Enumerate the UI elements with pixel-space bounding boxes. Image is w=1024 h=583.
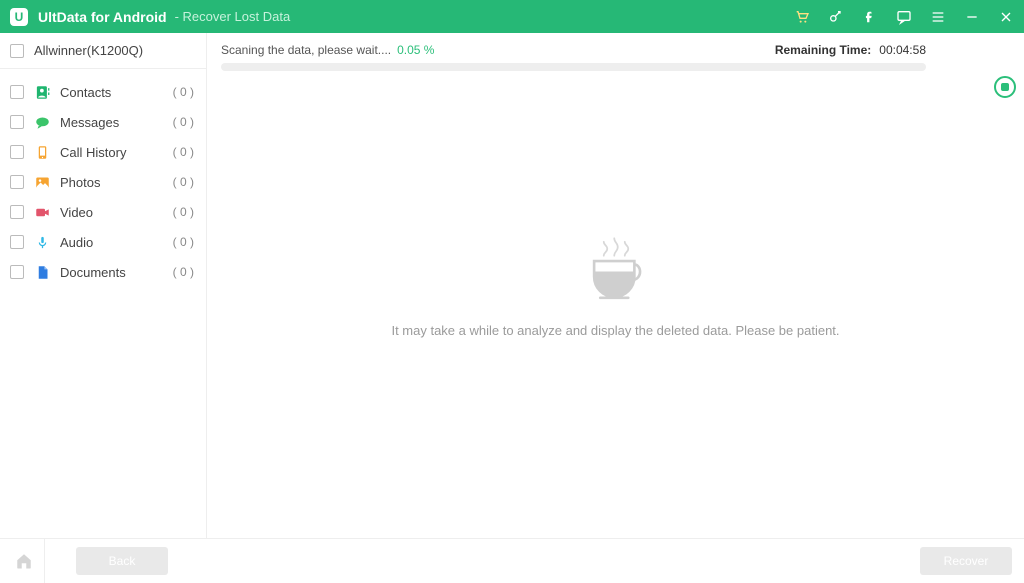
category-checkbox[interactable] — [10, 115, 24, 129]
app-subtitle: - Recover Lost Data — [175, 9, 291, 24]
category-count: ( 0 ) — [173, 205, 196, 219]
category-count: ( 0 ) — [173, 85, 196, 99]
main-panel: Scaning the data, please wait.... 0.05 %… — [207, 33, 1024, 538]
footer-divider — [44, 539, 45, 583]
category-photos[interactable]: Photos ( 0 ) — [0, 167, 206, 197]
category-label: Call History — [60, 145, 173, 160]
facebook-icon[interactable] — [862, 9, 878, 25]
category-checkbox[interactable] — [10, 175, 24, 189]
device-checkbox[interactable] — [10, 44, 24, 58]
minimize-icon[interactable] — [964, 9, 980, 25]
photos-icon — [34, 174, 50, 190]
body: Allwinner(K1200Q) Contacts ( 0 ) Message… — [0, 33, 1024, 538]
category-call-history[interactable]: Call History ( 0 ) — [0, 137, 206, 167]
video-icon — [34, 204, 50, 220]
category-count: ( 0 ) — [173, 175, 196, 189]
category-checkbox[interactable] — [10, 265, 24, 279]
recover-button[interactable]: Recover — [920, 547, 1012, 575]
home-button[interactable] — [12, 549, 36, 573]
category-count: ( 0 ) — [173, 235, 196, 249]
device-name: Allwinner(K1200Q) — [34, 43, 143, 58]
contacts-icon — [34, 84, 50, 100]
category-checkbox[interactable] — [10, 205, 24, 219]
category-checkbox[interactable] — [10, 145, 24, 159]
category-audio[interactable]: Audio ( 0 ) — [0, 227, 206, 257]
category-label: Audio — [60, 235, 173, 250]
cart-icon[interactable] — [794, 9, 810, 25]
close-icon[interactable] — [998, 9, 1014, 25]
category-count: ( 0 ) — [173, 265, 196, 279]
messages-icon — [34, 114, 50, 130]
footer: Back Recover — [0, 538, 1024, 582]
audio-icon — [34, 234, 50, 250]
documents-icon — [34, 264, 50, 280]
category-count: ( 0 ) — [173, 115, 196, 129]
menu-icon[interactable] — [930, 9, 946, 25]
key-icon[interactable] — [828, 9, 844, 25]
back-button[interactable]: Back — [76, 547, 168, 575]
category-label: Documents — [60, 265, 173, 280]
app-logo-icon: U — [10, 8, 28, 26]
category-checkbox[interactable] — [10, 235, 24, 249]
wait-message: It may take a while to analyze and displ… — [391, 323, 839, 338]
category-messages[interactable]: Messages ( 0 ) — [0, 107, 206, 137]
category-count: ( 0 ) — [173, 145, 196, 159]
category-label: Messages — [60, 115, 173, 130]
category-video[interactable]: Video ( 0 ) — [0, 197, 206, 227]
category-list: Contacts ( 0 ) Messages ( 0 ) Call Histo… — [0, 69, 206, 287]
title-bar: U UltData for Android - Recover Lost Dat… — [0, 0, 1024, 33]
category-documents[interactable]: Documents ( 0 ) — [0, 257, 206, 287]
category-contacts[interactable]: Contacts ( 0 ) — [0, 77, 206, 107]
scan-placeholder: It may take a while to analyze and displ… — [207, 33, 1024, 538]
phone-icon — [34, 144, 50, 160]
header-actions — [794, 9, 1014, 25]
feedback-icon[interactable] — [896, 9, 912, 25]
coffee-cup-icon — [581, 233, 651, 303]
app-title: UltData for Android — [38, 9, 167, 25]
device-row[interactable]: Allwinner(K1200Q) — [0, 33, 206, 69]
category-label: Video — [60, 205, 173, 220]
category-label: Contacts — [60, 85, 173, 100]
sidebar: Allwinner(K1200Q) Contacts ( 0 ) Message… — [0, 33, 207, 538]
category-label: Photos — [60, 175, 173, 190]
category-checkbox[interactable] — [10, 85, 24, 99]
